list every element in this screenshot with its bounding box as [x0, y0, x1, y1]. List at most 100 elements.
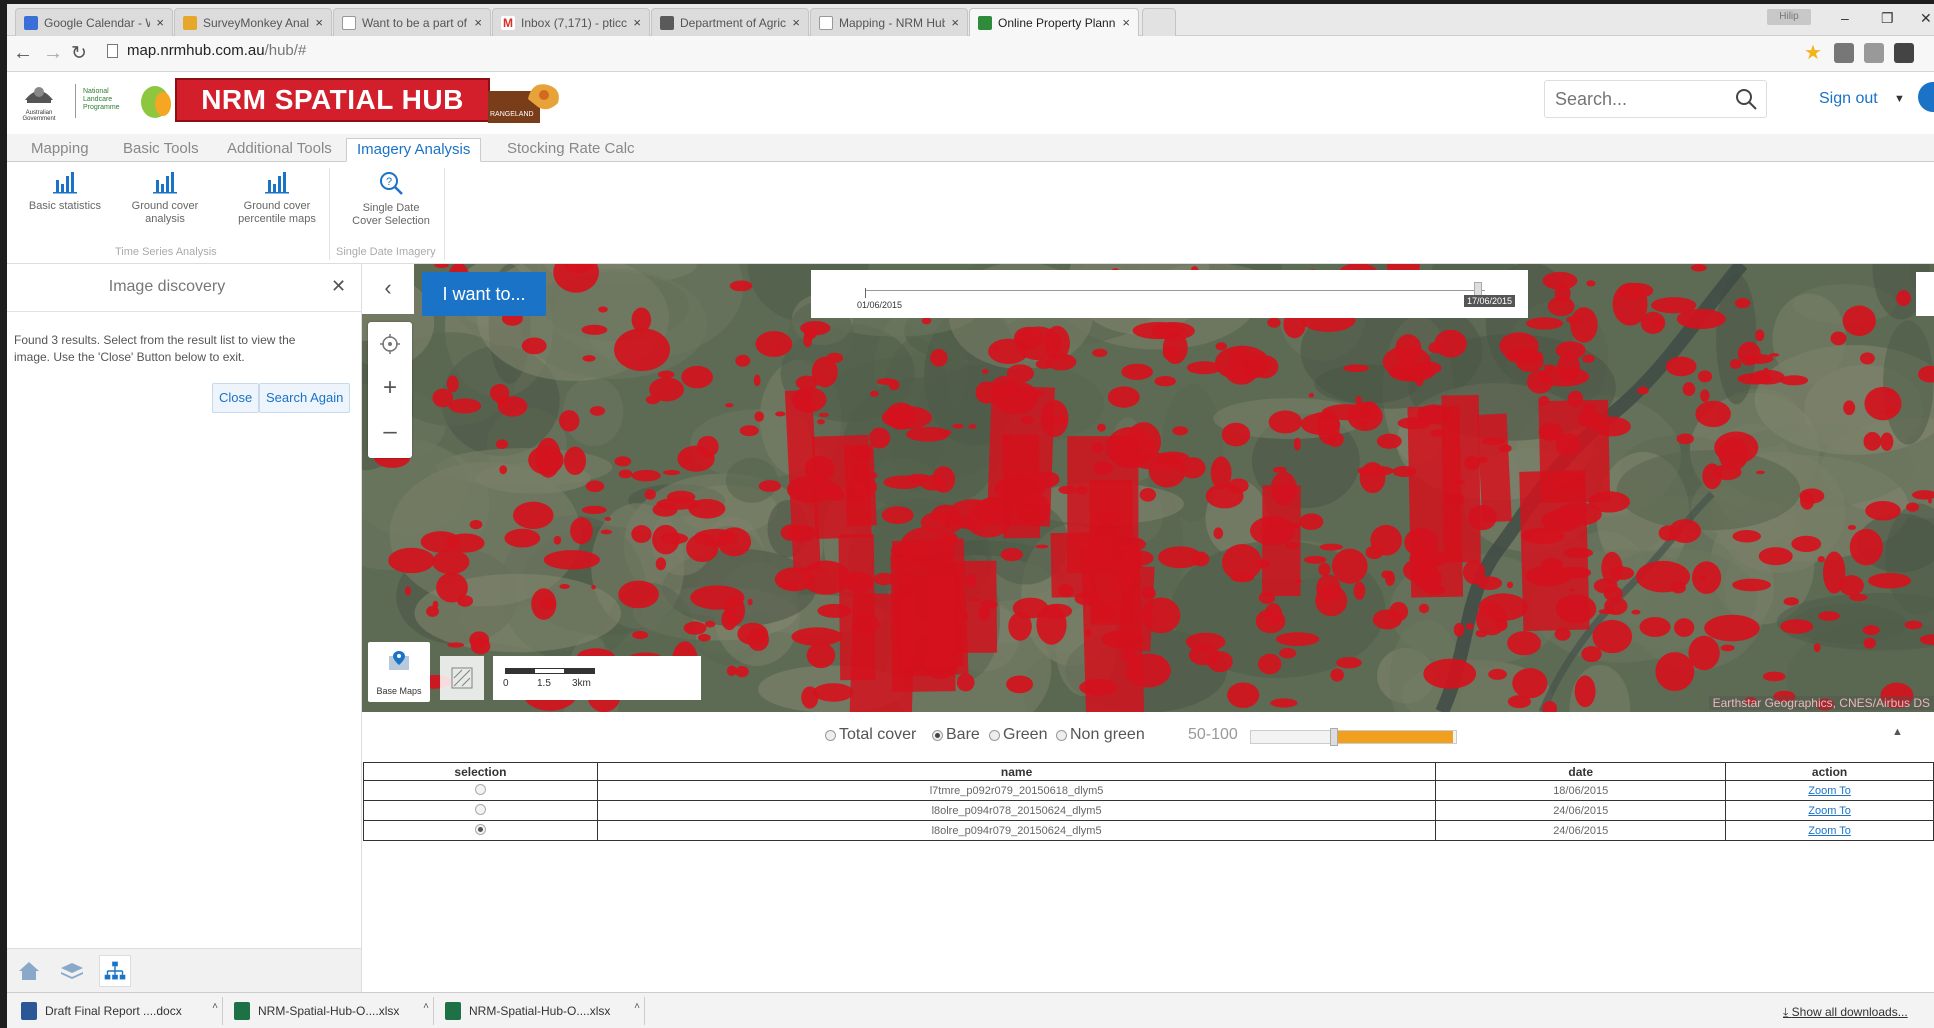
search-input[interactable] [1545, 81, 1725, 118]
radio-total-cover[interactable]: Total cover [825, 726, 916, 744]
bare-ground-patch [1475, 629, 1488, 638]
browser-tab[interactable]: SurveyMonkey Analyze - f × [174, 8, 332, 36]
range-fill [1336, 731, 1453, 743]
tab-stocking-rate-calc[interactable]: Stocking Rate Calc [497, 138, 645, 162]
close-icon[interactable]: ✕ [331, 276, 346, 297]
extension-icon[interactable] [1894, 43, 1914, 63]
timeline-start-date: 01/06/2015 [857, 300, 903, 310]
layers-icon[interactable] [56, 955, 88, 987]
legend-icon[interactable] [440, 656, 484, 700]
i-want-to-button[interactable]: I want to... [422, 272, 546, 316]
pin-icon[interactable] [1916, 272, 1934, 316]
bare-paddock [1538, 399, 1611, 503]
radio-non-green[interactable]: Non green [1056, 726, 1145, 744]
bare-ground-patch [938, 429, 952, 435]
minimize-icon[interactable]: – [1841, 10, 1849, 26]
bookmark-star-icon[interactable]: ★ [1804, 43, 1824, 63]
range-handle[interactable] [1330, 728, 1338, 746]
download-item[interactable]: NRM-Spatial-Hub-O....xlsx ˄ [226, 997, 434, 1025]
zoom-to-link[interactable]: Zoom To [1808, 805, 1851, 817]
satellite-imagery[interactable] [362, 264, 1934, 712]
browser-tab[interactable]: Mapping - NRM Hub × [810, 8, 968, 36]
search-box[interactable] [1544, 80, 1767, 118]
close-tab-icon[interactable]: × [951, 15, 959, 30]
browser-tab[interactable]: Google Calendar - Week o × [15, 8, 173, 36]
browser-tab[interactable]: Department of Agriculture × [651, 8, 809, 36]
timeline-handle[interactable] [1474, 282, 1482, 296]
extension-icon[interactable] [1864, 43, 1884, 63]
bare-ground-patch [600, 529, 612, 535]
radio-bare[interactable]: Bare [932, 726, 980, 744]
tab-imagery-analysis[interactable]: Imagery Analysis [346, 138, 482, 162]
range-slider[interactable] [1250, 728, 1457, 746]
basic-statistics-button[interactable]: Basic statistics [15, 170, 115, 213]
browser-tab-active[interactable]: Online Property Planning × [969, 8, 1139, 36]
close-window-icon[interactable]: ✕ [1920, 10, 1932, 27]
base-maps-button[interactable]: Base Maps [368, 642, 430, 702]
bare-ground-patch [1275, 632, 1320, 647]
timeline-slider[interactable]: 01/06/2015 17/06/2015 [811, 270, 1528, 318]
browser-tab[interactable]: M Inbox (7,171) - pticcle.cro × [492, 8, 650, 36]
chevron-left-icon[interactable]: ‹ [362, 264, 414, 314]
reload-icon[interactable]: ↻ [71, 42, 87, 65]
single-date-cover-selection-button[interactable]: ? Single Date Cover Selection [341, 170, 441, 228]
zoom-out-button[interactable]: – [368, 410, 412, 454]
row-radio[interactable] [474, 803, 486, 815]
forward-icon[interactable]: → [43, 42, 63, 65]
bare-ground-patch [1121, 363, 1153, 380]
bare-ground-patch [1737, 341, 1761, 366]
action-cell: Zoom To [1725, 820, 1934, 841]
chevron-down-icon[interactable]: ˄ [634, 1001, 640, 1012]
back-icon[interactable]: ← [13, 42, 33, 65]
ground-cover-analysis-button[interactable]: Ground cover analysis [119, 170, 211, 226]
chevron-down-icon[interactable]: ˄ [212, 1001, 218, 1012]
bare-ground-patch [758, 480, 782, 492]
sign-out-link[interactable]: Sign out [1819, 90, 1878, 108]
avatar[interactable] [1918, 82, 1934, 112]
search-icon[interactable] [1734, 87, 1758, 116]
locate-icon[interactable] [368, 322, 412, 366]
collapse-icon[interactable]: ▲ [1892, 726, 1903, 738]
download-item[interactable]: Draft Final Report ....docx ˄ [13, 997, 223, 1025]
url-field[interactable]: map.nrmhub.com.au/hub/# [127, 42, 306, 59]
radio-green[interactable]: Green [989, 726, 1047, 744]
browser-tab[interactable]: Want to be a part of the fi × [333, 8, 491, 36]
new-tab-button[interactable] [1142, 8, 1176, 36]
bare-ground-patch [1732, 530, 1762, 543]
bare-ground-patch [495, 439, 509, 449]
show-all-downloads-link[interactable]: ⤓ Show all downloads... [1783, 1005, 1908, 1020]
extension-icon[interactable] [1834, 43, 1854, 63]
close-tab-icon[interactable]: × [1122, 15, 1130, 30]
close-tab-icon[interactable]: × [315, 15, 323, 30]
bare-ground-patch [1732, 578, 1771, 592]
user-chip[interactable]: Hilip [1767, 9, 1811, 25]
page-icon [107, 44, 118, 58]
chevron-down-icon[interactable]: ▼ [1894, 93, 1905, 105]
close-tab-icon[interactable]: × [633, 15, 641, 30]
tab-additional-tools[interactable]: Additional Tools [217, 138, 342, 162]
zoom-to-link[interactable]: Zoom To [1808, 785, 1851, 797]
row-radio[interactable] [474, 823, 486, 835]
map-view[interactable]: ‹ I want to... + – 01/06/2015 17/06/2015… [362, 264, 1934, 712]
restore-icon[interactable]: ❐ [1881, 10, 1894, 27]
bare-ground-patch [791, 627, 843, 646]
group-label-single-date: Single Date Imagery [336, 246, 436, 258]
close-button[interactable]: Close [212, 383, 260, 413]
row-radio[interactable] [474, 783, 486, 795]
zoom-to-link[interactable]: Zoom To [1808, 825, 1851, 837]
ribbon-panel: Basic statistics Ground cover analysis G… [7, 162, 1934, 264]
ground-cover-percentile-maps-button[interactable]: Ground cover percentile maps [227, 170, 327, 226]
nrm-spatial-hub-banner[interactable]: NRM SPATIAL HUB [175, 78, 490, 122]
close-tab-icon[interactable]: × [792, 15, 800, 30]
download-item[interactable]: NRM-Spatial-Hub-O....xlsx ˄ [437, 997, 645, 1025]
zoom-in-button[interactable]: + [368, 366, 412, 410]
tab-basic-tools[interactable]: Basic Tools [113, 138, 209, 162]
selection-cell [363, 800, 598, 821]
close-tab-icon[interactable]: × [156, 15, 164, 30]
search-again-button[interactable]: Search Again [259, 383, 351, 413]
sitemap-icon[interactable] [99, 955, 131, 987]
close-tab-icon[interactable]: × [474, 15, 482, 30]
tab-mapping[interactable]: Mapping [21, 138, 99, 162]
chevron-down-icon[interactable]: ˄ [423, 1001, 429, 1012]
home-icon[interactable] [13, 955, 45, 987]
